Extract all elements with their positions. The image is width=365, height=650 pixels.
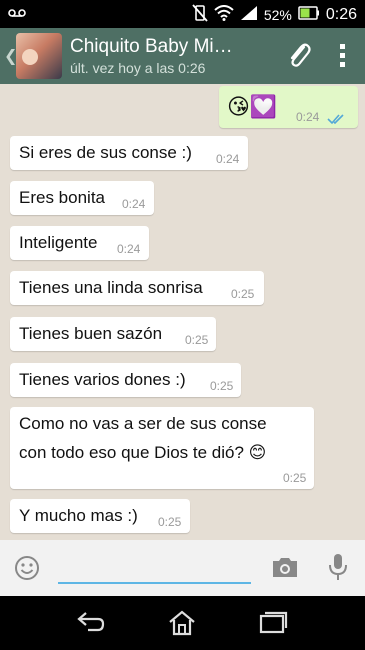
message-text: Tienes varios dones :): [19, 370, 186, 389]
chat-header: ❮ Chiquito Baby Mi… últ. vez hoy a las 0…: [0, 28, 365, 84]
emoji-button[interactable]: [13, 554, 41, 587]
message-time: 0:25: [283, 471, 307, 485]
message-time: 0:25: [231, 287, 255, 301]
camera-button[interactable]: [270, 554, 300, 585]
wifi-icon: [214, 5, 234, 25]
message-time: 0:24: [122, 197, 146, 211]
contact-avatar[interactable]: [16, 33, 62, 79]
attach-button[interactable]: [277, 28, 321, 84]
microphone-icon: [329, 554, 347, 580]
last-seen: últ. vez hoy a las 0:26: [70, 60, 206, 76]
paperclip-icon: [290, 43, 311, 67]
message-time: 0:25: [185, 333, 209, 347]
message-bubble-incoming[interactable]: Tienes varios dones :) 0:25: [10, 363, 241, 397]
system-navigation-bar: [0, 596, 365, 650]
compose-bar: [0, 540, 365, 596]
message-time: 0:24: [296, 110, 320, 124]
message-list[interactable]: 😘💟 0:24 Si eres de sus conse :) 0:24 Ere…: [0, 84, 365, 540]
voicemail-icon: [8, 6, 26, 24]
message-text: Tienes una linda sonrisa: [19, 278, 203, 297]
message-text: Y mucho mas :): [19, 506, 138, 525]
message-text: Eres bonita: [19, 188, 105, 207]
more-vertical-icon: [340, 44, 345, 67]
message-bubble-incoming[interactable]: Eres bonita 0:24: [10, 181, 154, 215]
message-bubble-incoming[interactable]: Si eres de sus conse :) 0:24: [10, 136, 248, 170]
vibrate-off-icon: [192, 4, 208, 26]
overflow-menu-button[interactable]: [321, 28, 365, 84]
message-bubble-outgoing[interactable]: 😘💟 0:24: [219, 86, 358, 128]
signal-icon: [240, 5, 258, 25]
back-chevron-icon[interactable]: ❮: [0, 46, 17, 66]
message-text: Tienes buen sazón: [19, 324, 163, 343]
battery-percentage: 52%: [263, 7, 292, 23]
recent-apps-icon: [259, 611, 288, 634]
message-time: 0:25: [210, 379, 234, 393]
message-bubble-incoming[interactable]: Inteligente 0:24: [10, 226, 149, 260]
back-button[interactable]: [76, 610, 106, 639]
status-bar: 52% 0:26: [0, 0, 365, 28]
voice-note-button[interactable]: [327, 552, 349, 587]
status-time: 0:26: [325, 6, 357, 23]
contact-name: Chiquito Baby Mi…: [70, 36, 233, 57]
home-button[interactable]: [168, 610, 196, 641]
contact-info[interactable]: Chiquito Baby Mi… últ. vez hoy a las 0:2…: [70, 36, 277, 76]
message-text: Inteligente: [19, 233, 98, 252]
message-bubble-incoming[interactable]: Tienes buen sazón 0:25: [10, 317, 216, 351]
message-bubble-incoming[interactable]: Y mucho mas :) 0:25: [10, 499, 190, 533]
message-bubble-incoming[interactable]: Tienes una linda sonrisa 0:25: [10, 271, 264, 305]
message-time: 0:24: [216, 152, 240, 166]
message-text: Como no vas a ser de sus conse: [19, 414, 267, 433]
battery-icon: [298, 6, 320, 24]
message-time: 0:25: [158, 515, 182, 529]
recent-apps-button[interactable]: [258, 610, 288, 639]
smiley-icon: [15, 556, 39, 580]
back-arrow-icon: [77, 612, 105, 632]
message-text: Si eres de sus conse :): [19, 143, 192, 162]
read-double-check-icon: [327, 110, 347, 130]
camera-icon: [273, 558, 297, 577]
message-text: 😘💟: [227, 94, 278, 119]
message-bubble-incoming[interactable]: Como no vas a ser de sus conse con todo …: [10, 407, 314, 489]
home-icon: [169, 610, 195, 636]
message-time: 0:24: [117, 242, 141, 256]
message-input[interactable]: [58, 556, 251, 584]
message-text: con todo eso que Dios te dió? 😊: [19, 443, 267, 462]
